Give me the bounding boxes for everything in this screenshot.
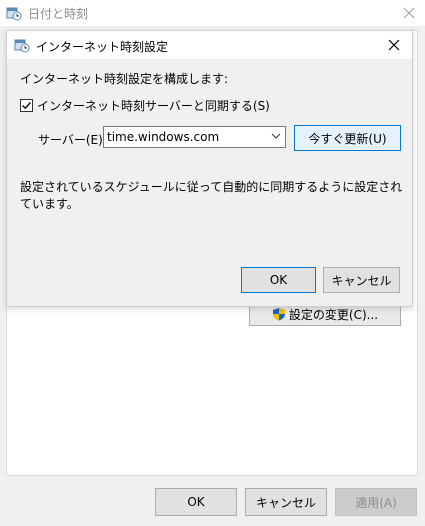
dialog-titlebar: インターネット時刻設定 [7, 31, 412, 59]
close-icon [403, 7, 415, 19]
dialog-title: インターネット時刻設定 [36, 40, 169, 54]
update-now-label: 今すぐ更新(U) [308, 131, 387, 146]
close-icon [388, 39, 400, 51]
sync-checkbox-label: インターネット時刻サーバーと同期する(S) [37, 99, 270, 113]
parent-apply-label: 適用(A) [355, 495, 397, 510]
server-value: time.windows.com [107, 130, 220, 144]
internet-time-dialog: インターネット時刻設定 インターネット時刻設定を構成します: インターネット時刻… [6, 30, 413, 307]
clock-calendar-icon [6, 7, 22, 21]
dialog-close-button[interactable] [382, 34, 406, 56]
clock-calendar-icon [14, 39, 30, 53]
parent-apply-button[interactable]: 適用(A) [335, 488, 417, 516]
sync-checkbox-row[interactable]: インターネット時刻サーバーと同期する(S) [20, 97, 270, 114]
sync-checkbox[interactable] [20, 99, 33, 112]
dialog-cancel-label: キャンセル [331, 273, 392, 288]
sync-status-text: 設定されているスケジュールに従って自動的に同期するように設定されています。 [20, 180, 403, 211]
checkmark-icon [22, 102, 31, 110]
parent-cancel-button[interactable]: キャンセル [245, 488, 327, 516]
change-settings-label: 設定の変更(C)... [288, 307, 379, 322]
dialog-ok-button[interactable]: OK [241, 267, 316, 293]
uac-shield-icon [272, 308, 285, 321]
parent-ok-label: OK [187, 495, 205, 509]
parent-cancel-label: キャンセル [255, 495, 316, 510]
parent-titlebar: 日付と時刻 [0, 0, 425, 26]
parent-window-title: 日付と時刻 [28, 7, 89, 21]
parent-ok-button[interactable]: OK [155, 488, 237, 516]
dialog-heading: インターネット時刻設定を構成します: [20, 72, 229, 86]
chevron-down-icon [271, 133, 281, 139]
dialog-cancel-button[interactable]: キャンセル [323, 267, 400, 293]
server-combobox[interactable]: time.windows.com [103, 126, 286, 148]
dialog-ok-label: OK [269, 273, 288, 287]
parent-close-button[interactable] [393, 0, 425, 26]
server-label: サーバー(E): [38, 133, 107, 147]
update-now-button[interactable]: 今すぐ更新(U) [294, 125, 401, 151]
